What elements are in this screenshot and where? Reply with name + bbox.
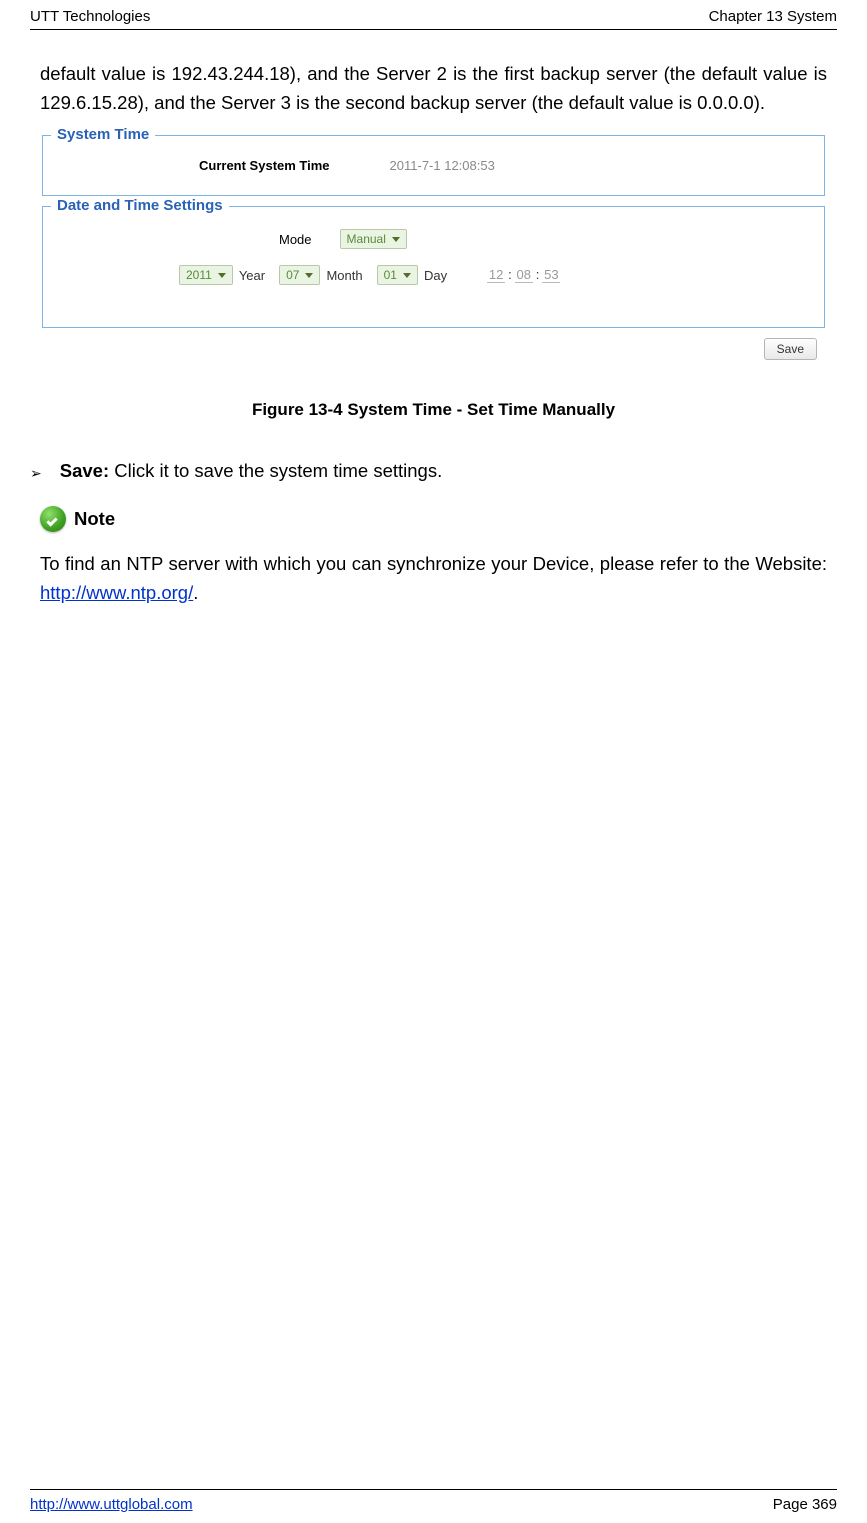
chevron-down-icon bbox=[392, 237, 400, 242]
note-label: Note bbox=[74, 508, 115, 530]
header-left: UTT Technologies bbox=[30, 8, 150, 25]
month-dropdown[interactable]: 07 bbox=[279, 265, 320, 285]
chevron-down-icon bbox=[403, 273, 411, 278]
day-dropdown[interactable]: 01 bbox=[377, 265, 418, 285]
check-circle-icon bbox=[40, 506, 66, 532]
note-body-post: . bbox=[193, 582, 198, 603]
time-seconds[interactable]: 53 bbox=[542, 267, 560, 283]
mode-label: Mode bbox=[279, 232, 312, 247]
month-label: Month bbox=[326, 268, 362, 283]
year-dropdown-value: 2011 bbox=[186, 268, 212, 282]
note-body: To find an NTP server with which you can… bbox=[40, 550, 827, 607]
save-bullet-body: Click it to save the system time setting… bbox=[109, 460, 442, 481]
date-time-settings-panel: Date and Time Settings Mode Manual 2011 … bbox=[42, 206, 825, 328]
note-body-pre: To find an NTP server with which you can… bbox=[40, 553, 827, 574]
day-label: Day bbox=[424, 268, 447, 283]
header-divider bbox=[30, 29, 837, 30]
current-system-time-label: Current System Time bbox=[199, 158, 330, 173]
time-minutes[interactable]: 08 bbox=[515, 267, 533, 283]
header-right: Chapter 13 System bbox=[709, 8, 837, 25]
chevron-down-icon bbox=[305, 273, 313, 278]
footer-page: Page 369 bbox=[773, 1496, 837, 1513]
year-dropdown[interactable]: 2011 bbox=[179, 265, 233, 285]
system-time-legend: System Time bbox=[51, 126, 155, 143]
date-time-settings-legend: Date and Time Settings bbox=[51, 197, 229, 214]
footer: http://www.uttglobal.com Page 369 bbox=[30, 1481, 837, 1513]
time-hours[interactable]: 12 bbox=[487, 267, 505, 283]
month-dropdown-value: 07 bbox=[286, 268, 299, 282]
figure-caption: Figure 13-4 System Time - Set Time Manua… bbox=[30, 400, 837, 420]
save-bullet-label: Save: bbox=[60, 460, 109, 481]
chevron-down-icon bbox=[218, 273, 226, 278]
footer-divider bbox=[30, 1489, 837, 1490]
current-system-time-value: 2011-7-1 12:08:53 bbox=[390, 158, 495, 173]
ntp-link[interactable]: http://www.ntp.org/ bbox=[40, 582, 193, 603]
footer-link[interactable]: http://www.uttglobal.com bbox=[30, 1496, 193, 1513]
year-label: Year bbox=[239, 268, 265, 283]
time-display[interactable]: 12:08:53 bbox=[487, 267, 560, 283]
system-time-panel: System Time Current System Time 2011-7-1… bbox=[42, 135, 825, 196]
day-dropdown-value: 01 bbox=[384, 268, 397, 282]
intro-paragraph: default value is 192.43.244.18), and the… bbox=[40, 60, 827, 117]
mode-dropdown[interactable]: Manual bbox=[340, 229, 407, 249]
save-bullet-text: Save: Click it to save the system time s… bbox=[60, 460, 442, 482]
bullet-icon: ➢ bbox=[30, 465, 42, 482]
mode-dropdown-value: Manual bbox=[347, 232, 386, 246]
save-button[interactable]: Save bbox=[764, 338, 817, 360]
